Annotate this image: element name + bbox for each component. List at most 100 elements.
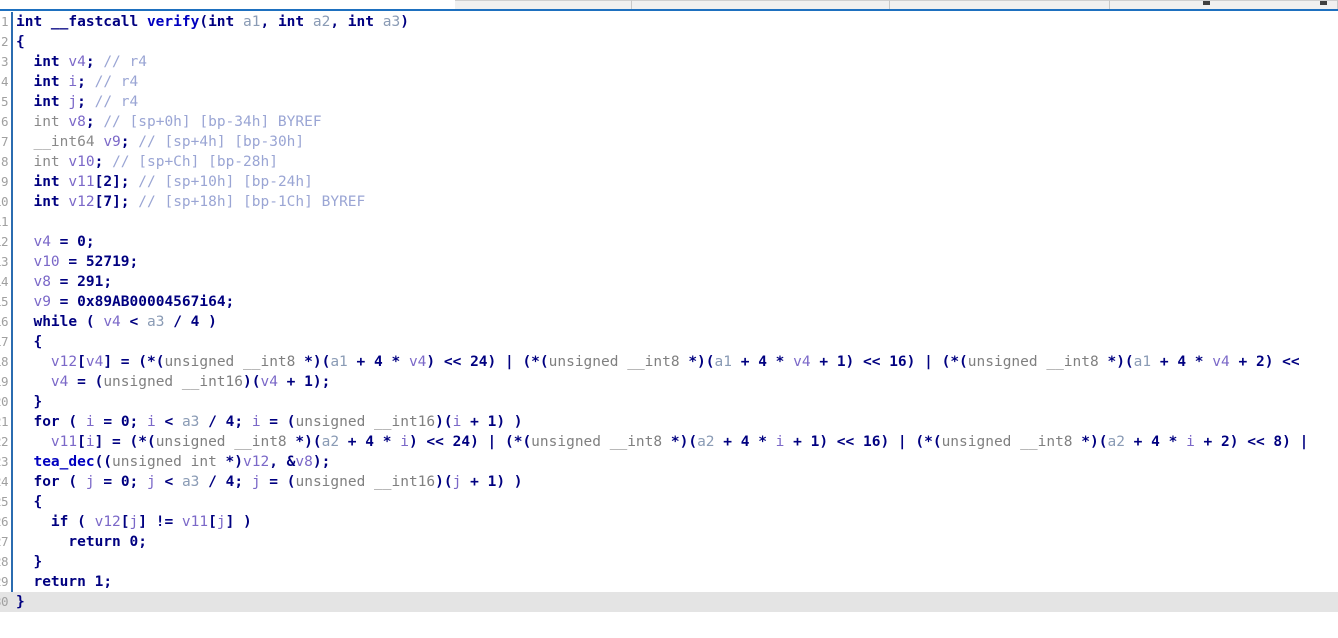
token-lv[interactable]: v4 — [68, 54, 85, 70]
code-text[interactable]: return 1; — [16, 572, 112, 592]
code-text[interactable]: int v8; // [sp+0h] [bp-34h] BYREF — [16, 112, 321, 132]
code-line[interactable]: 11 — [0, 212, 1338, 232]
code-line[interactable]: 23 tea_dec((unsigned int *)v12, &v8); — [0, 452, 1338, 472]
token-fn[interactable]: tea_dec — [33, 454, 94, 470]
code-text[interactable]: } — [16, 392, 42, 412]
code-text[interactable]: } — [16, 592, 25, 612]
code-line[interactable]: 16 while ( v4 < a3 / 4 ) — [0, 312, 1338, 332]
token-lv[interactable]: i — [86, 414, 95, 430]
code-line[interactable]: 1 int __fastcall verify(int a1, int a2, i… — [0, 12, 1338, 32]
code-line[interactable]: 6 int v8; // [sp+0h] [bp-34h] BYREF — [0, 112, 1338, 132]
code-text[interactable]: int v10; // [sp+Ch] [bp-28h] — [16, 152, 277, 172]
code-text[interactable]: v4 = 0; — [16, 232, 94, 252]
token-lv[interactable]: i — [68, 74, 77, 90]
tab-segment-3[interactable] — [890, 0, 1110, 9]
code-text[interactable]: v8 = 291; — [16, 272, 112, 292]
token-ar[interactable]: a1 — [1134, 354, 1151, 370]
code-line[interactable]: 19 v4 = (unsigned __int16)(v4 + 1); — [0, 372, 1338, 392]
token-lv[interactable]: v12 — [243, 454, 269, 470]
token-fn[interactable]: verify — [147, 14, 199, 30]
token-lv[interactable]: v4 — [86, 354, 103, 370]
code-text[interactable]: for ( j = 0; j < a3 / 4; j = (unsigned _… — [16, 472, 522, 492]
token-lv[interactable]: v8 — [68, 114, 85, 130]
code-line[interactable]: 2{ — [0, 32, 1338, 52]
code-text[interactable]: while ( v4 < a3 / 4 ) — [16, 312, 216, 332]
token-lv[interactable]: v11 — [182, 514, 208, 530]
code-text[interactable]: { — [16, 332, 42, 352]
code-line[interactable]: 17 { — [0, 332, 1338, 352]
code-text[interactable]: for ( i = 0; i < a3 / 4; i = (unsigned _… — [16, 412, 522, 432]
tab-segment-2[interactable] — [632, 0, 890, 9]
code-text[interactable]: v12[v4] = (*(unsigned __int8 *)(a1 + 4 *… — [16, 352, 1308, 372]
token-lv[interactable]: j — [217, 514, 226, 530]
token-lv[interactable]: v4 — [793, 354, 810, 370]
code-text[interactable]: { — [16, 32, 25, 52]
code-text[interactable]: } — [16, 552, 42, 572]
token-lv[interactable]: v8 — [295, 454, 312, 470]
code-line[interactable]: 18 v12[v4] = (*(unsigned __int8 *)(a1 + … — [0, 352, 1338, 372]
code-line[interactable]: 24 for ( j = 0; j < a3 / 4; j = (unsigne… — [0, 472, 1338, 492]
token-lv[interactable]: i — [400, 434, 409, 450]
code-line-list[interactable]: 1 int __fastcall verify(int a1, int a2, i… — [0, 12, 1338, 612]
code-text[interactable]: int i; // r4 — [16, 72, 138, 92]
token-lv[interactable]: v12 — [68, 194, 94, 210]
token-lv[interactable]: v4 — [103, 314, 120, 330]
code-text[interactable]: return 0; — [16, 532, 147, 552]
code-line[interactable]: 5 int j; // r4 — [0, 92, 1338, 112]
token-ar[interactable]: a2 — [697, 434, 714, 450]
code-line[interactable]: 22 v11[i] = (*(unsigned __int8 *)(a2 + 4… — [0, 432, 1338, 452]
token-ar[interactable]: a3 — [147, 314, 164, 330]
token-lv[interactable]: j — [86, 474, 95, 490]
code-line[interactable]: 25 { — [0, 492, 1338, 512]
token-ar[interactable]: a3 — [182, 474, 199, 490]
code-text[interactable]: v9 = 0x89AB00004567i64; — [16, 292, 234, 312]
code-text[interactable]: int __fastcall verify(int a1, int a2, in… — [16, 12, 409, 32]
token-lv[interactable]: i — [147, 414, 156, 430]
code-line[interactable]: 3 int v4; // r4 — [0, 52, 1338, 72]
code-line[interactable]: 20 } — [0, 392, 1338, 412]
token-lv[interactable]: v9 — [103, 134, 120, 150]
tab-segment-4[interactable] — [1110, 0, 1338, 9]
code-text[interactable]: int v11[2]; // [sp+10h] [bp-24h] — [16, 172, 312, 192]
code-text[interactable]: int v4; // r4 — [16, 52, 147, 72]
token-ar[interactable]: a1 — [715, 354, 732, 370]
code-line[interactable]: 29 return 1; — [0, 572, 1338, 592]
code-line[interactable]: 9 int v11[2]; // [sp+10h] [bp-24h] — [0, 172, 1338, 192]
token-ar[interactable]: a2 — [313, 14, 330, 30]
token-ar[interactable]: a3 — [182, 414, 199, 430]
code-line[interactable]: 4 int i; // r4 — [0, 72, 1338, 92]
token-lv[interactable]: i — [86, 434, 95, 450]
token-ar[interactable]: a2 — [322, 434, 339, 450]
token-lv[interactable]: v12 — [51, 354, 77, 370]
code-text[interactable]: int j; // r4 — [16, 92, 138, 112]
pseudocode-editor[interactable]: 1 int __fastcall verify(int a1, int a2, i… — [0, 12, 1338, 638]
token-lv[interactable]: v10 — [33, 254, 59, 270]
token-ar[interactable]: a1 — [330, 354, 347, 370]
code-line[interactable]: 30} — [0, 592, 1338, 612]
token-lv[interactable]: v9 — [33, 294, 50, 310]
token-lv[interactable]: v11 — [68, 174, 94, 190]
code-line[interactable]: 15 v9 = 0x89AB00004567i64; — [0, 292, 1338, 312]
code-line[interactable]: 21 for ( i = 0; i < a3 / 4; i = (unsigne… — [0, 412, 1338, 432]
token-ar[interactable]: a2 — [1107, 434, 1124, 450]
token-lv[interactable]: j — [147, 474, 156, 490]
token-lv[interactable]: j — [68, 94, 77, 110]
code-line[interactable]: 7 __int64 v9; // [sp+4h] [bp-30h] — [0, 132, 1338, 152]
tab-segment-1[interactable] — [455, 0, 632, 9]
code-text[interactable]: int v12[7]; // [sp+18h] [bp-1Ch] BYREF — [16, 192, 365, 212]
code-line[interactable]: 10 int v12[7]; // [sp+18h] [bp-1Ch] BYRE… — [0, 192, 1338, 212]
code-text[interactable]: tea_dec((unsigned int *)v12, &v8); — [16, 452, 330, 472]
code-text[interactable]: { — [16, 492, 42, 512]
token-lv[interactable]: v4 — [33, 234, 50, 250]
code-text[interactable]: v10 = 52719; — [16, 252, 138, 272]
code-text[interactable]: v4 = (unsigned __int16)(v4 + 1); — [16, 372, 330, 392]
token-ar[interactable]: a1 — [243, 14, 260, 30]
token-lv[interactable]: i — [252, 414, 261, 430]
token-lv[interactable]: v4 — [1212, 354, 1229, 370]
token-lv[interactable]: v10 — [68, 154, 94, 170]
token-lv[interactable]: j — [252, 474, 261, 490]
code-line[interactable]: 27 return 0; — [0, 532, 1338, 552]
code-line[interactable]: 8 int v10; // [sp+Ch] [bp-28h] — [0, 152, 1338, 172]
code-line[interactable]: 12 v4 = 0; — [0, 232, 1338, 252]
code-text[interactable]: v11[i] = (*(unsigned __int8 *)(a2 + 4 * … — [16, 432, 1308, 452]
